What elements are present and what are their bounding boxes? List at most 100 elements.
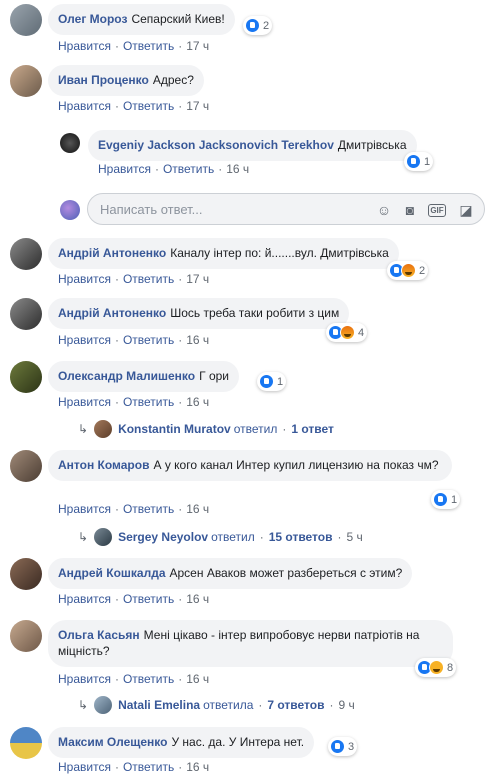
comment-text: У нас. да. У Интера нет. xyxy=(171,735,305,749)
avatar[interactable] xyxy=(10,65,42,97)
comment: Иван Проценко Адрес? Нравится · Ответить · 17… xyxy=(10,65,490,115)
reply-summary-verb: ответил xyxy=(233,422,278,436)
avatar xyxy=(94,528,113,546)
reply-link[interactable]: Ответить xyxy=(123,99,174,113)
reply-comment: Evgeniy Jackson Jacksonovich Terekhov Дми… xyxy=(60,130,495,180)
reply-input[interactable]: Написать ответ... ☺ ◙ GIF ◪ xyxy=(87,193,485,225)
comment: Антон Комаров А у кого канал Интер купил … xyxy=(10,450,490,520)
comment-text: Каналу інтер по: й.......вул. Дмитрівськ… xyxy=(170,246,389,260)
reply-link[interactable]: Ответить xyxy=(123,272,174,286)
like-link[interactable]: Нравится xyxy=(98,162,151,176)
reaction-summary[interactable]: 2 xyxy=(387,261,429,280)
reply-link[interactable]: Ответить xyxy=(123,395,174,409)
angry-reaction-icon xyxy=(401,263,416,278)
reply-summary-count[interactable]: 1 ответ xyxy=(291,422,334,436)
like-link[interactable]: Нравится xyxy=(58,502,111,516)
comment-author[interactable]: Антон Комаров xyxy=(58,458,149,472)
reply-input-placeholder: Написать ответ... xyxy=(100,202,203,217)
like-link[interactable]: Нравится xyxy=(58,99,111,113)
comment-author[interactable]: Олег Мороз xyxy=(58,12,127,26)
comment-author[interactable]: Иван Проценко xyxy=(58,73,149,87)
avatar[interactable] xyxy=(60,133,80,153)
comment-time[interactable]: 16 ч xyxy=(186,502,209,516)
like-link[interactable]: Нравится xyxy=(58,592,111,606)
comment-time[interactable]: 16 ч xyxy=(186,760,209,774)
sticker-icon[interactable]: ◪ xyxy=(458,202,474,218)
comment-time[interactable]: 16 ч xyxy=(226,162,249,176)
comment-time[interactable]: 17 ч xyxy=(186,39,209,53)
reply-summary[interactable]: ↳ Natali Emelina ответила · 7 ответов · … xyxy=(78,696,355,714)
reply-summary[interactable]: ↳ Konstantin Muratov ответил · 1 ответ xyxy=(78,420,334,438)
reaction-summary[interactable]: 1 xyxy=(431,490,461,509)
like-reaction-icon xyxy=(330,739,345,754)
avatar[interactable] xyxy=(10,620,42,652)
comment-actions: Нравится · Ответить · 16 ч xyxy=(58,672,210,686)
comment-bubble: Олег Мороз Сепарский Киев! xyxy=(48,4,235,35)
camera-icon[interactable]: ◙ xyxy=(402,202,418,218)
reaction-count: 4 xyxy=(358,326,365,339)
comment-author[interactable]: Андрей Кошкалда xyxy=(58,566,166,580)
reply-summary-count[interactable]: 7 ответов xyxy=(267,698,324,712)
like-link[interactable]: Нравится xyxy=(58,333,111,347)
reply-link[interactable]: Ответить xyxy=(123,592,174,606)
gif-icon[interactable]: GIF xyxy=(428,204,446,217)
reply-summary-name[interactable]: Sergey Neyolov xyxy=(118,530,208,544)
reaction-count: 2 xyxy=(419,264,426,277)
angry-reaction-icon xyxy=(340,325,355,340)
current-user-avatar xyxy=(60,200,80,220)
like-link[interactable]: Нравится xyxy=(58,760,111,774)
comment-bubble: Evgeniy Jackson Jacksonovich Terekhov Дми… xyxy=(88,130,417,161)
comment-time[interactable]: 16 ч xyxy=(186,592,209,606)
avatar[interactable] xyxy=(10,4,42,36)
like-link[interactable]: Нравится xyxy=(58,395,111,409)
avatar[interactable] xyxy=(10,450,42,482)
reaction-count: 3 xyxy=(348,740,355,753)
avatar[interactable] xyxy=(10,238,42,270)
avatar[interactable] xyxy=(10,727,42,759)
reaction-summary[interactable]: 8 xyxy=(415,658,457,677)
reply-link[interactable]: Ответить xyxy=(123,39,174,53)
reaction-summary[interactable]: 3 xyxy=(328,737,358,756)
comment-time[interactable]: 17 ч xyxy=(186,272,209,286)
reply-summary[interactable]: ↳ Sergey Neyolov ответил · 15 ответов · … xyxy=(78,528,363,546)
avatar[interactable] xyxy=(10,558,42,590)
comment-actions: Нравится · Ответить · 17 ч xyxy=(58,99,210,113)
comment-author[interactable]: Максим Олещенко xyxy=(58,735,167,749)
reply-summary-count[interactable]: 15 ответов xyxy=(269,530,333,544)
comment: Андрій Антоненко Шось треба таки робити з… xyxy=(10,298,490,350)
reply-arrow-icon: ↳ xyxy=(78,698,89,712)
reply-summary-name[interactable]: Natali Emelina xyxy=(118,698,200,712)
comment-author[interactable]: Ольга Касьян xyxy=(58,628,140,642)
reaction-summary[interactable]: 1 xyxy=(257,372,287,391)
avatar[interactable] xyxy=(10,298,42,330)
reply-link[interactable]: Ответить xyxy=(123,672,174,686)
comment: Максим Олещенко У нас. да. У Интера нет. … xyxy=(10,727,490,777)
like-link[interactable]: Нравится xyxy=(58,39,111,53)
comment-actions: Нравится · Ответить · 16 ч xyxy=(58,760,210,774)
reaction-summary[interactable]: 1 xyxy=(404,152,434,171)
comment-time[interactable]: 16 ч xyxy=(186,333,209,347)
like-link[interactable]: Нравится xyxy=(58,272,111,286)
comment-actions: Нравится · Ответить · 17 ч xyxy=(58,272,210,286)
comment-actions: Нравится · Ответить · 16 ч xyxy=(58,502,210,516)
comment-time[interactable]: 16 ч xyxy=(186,395,209,409)
comment-author[interactable]: Evgeniy Jackson Jacksonovich Terekhov xyxy=(98,138,334,152)
comment-text: А у кого канал Интер купил лицензию на п… xyxy=(153,458,439,472)
reply-link[interactable]: Ответить xyxy=(163,162,214,176)
comment-author[interactable]: Андрій Антоненко xyxy=(58,246,166,260)
avatar xyxy=(94,696,113,714)
comment-author[interactable]: Олександр Малишенко xyxy=(58,369,195,383)
reply-link[interactable]: Ответить xyxy=(123,502,174,516)
comment-time[interactable]: 16 ч xyxy=(186,672,209,686)
comment-author[interactable]: Андрій Антоненко xyxy=(58,306,166,320)
reply-link[interactable]: Ответить xyxy=(123,333,174,347)
reply-summary-name[interactable]: Konstantin Muratov xyxy=(118,422,231,436)
comment: Андрей Кошкалда Арсен Аваков может разбер… xyxy=(10,558,490,610)
comment-time[interactable]: 17 ч xyxy=(186,99,209,113)
reply-link[interactable]: Ответить xyxy=(123,760,174,774)
reaction-summary[interactable]: 2 xyxy=(243,16,273,35)
like-link[interactable]: Нравится xyxy=(58,672,111,686)
avatar[interactable] xyxy=(10,361,42,393)
emoji-icon[interactable]: ☺ xyxy=(376,202,392,218)
reaction-summary[interactable]: 4 xyxy=(326,323,368,342)
